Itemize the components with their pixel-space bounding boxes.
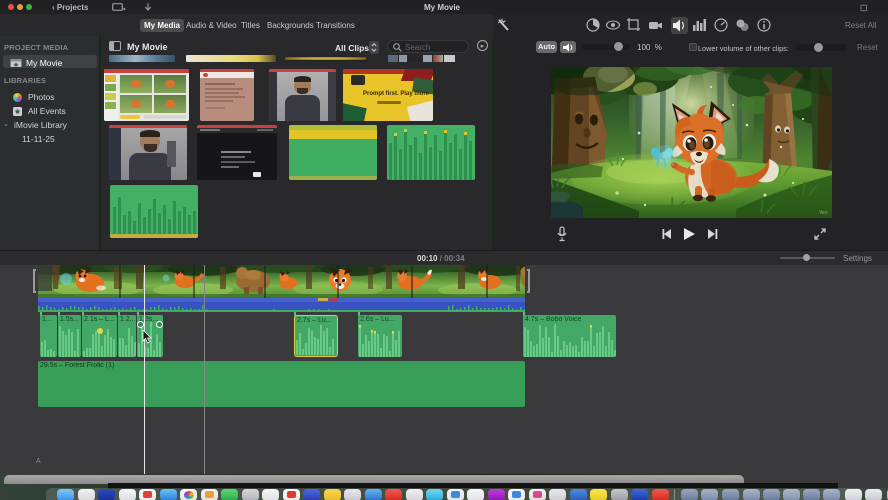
svg-text:Veo: Veo	[819, 210, 828, 216]
